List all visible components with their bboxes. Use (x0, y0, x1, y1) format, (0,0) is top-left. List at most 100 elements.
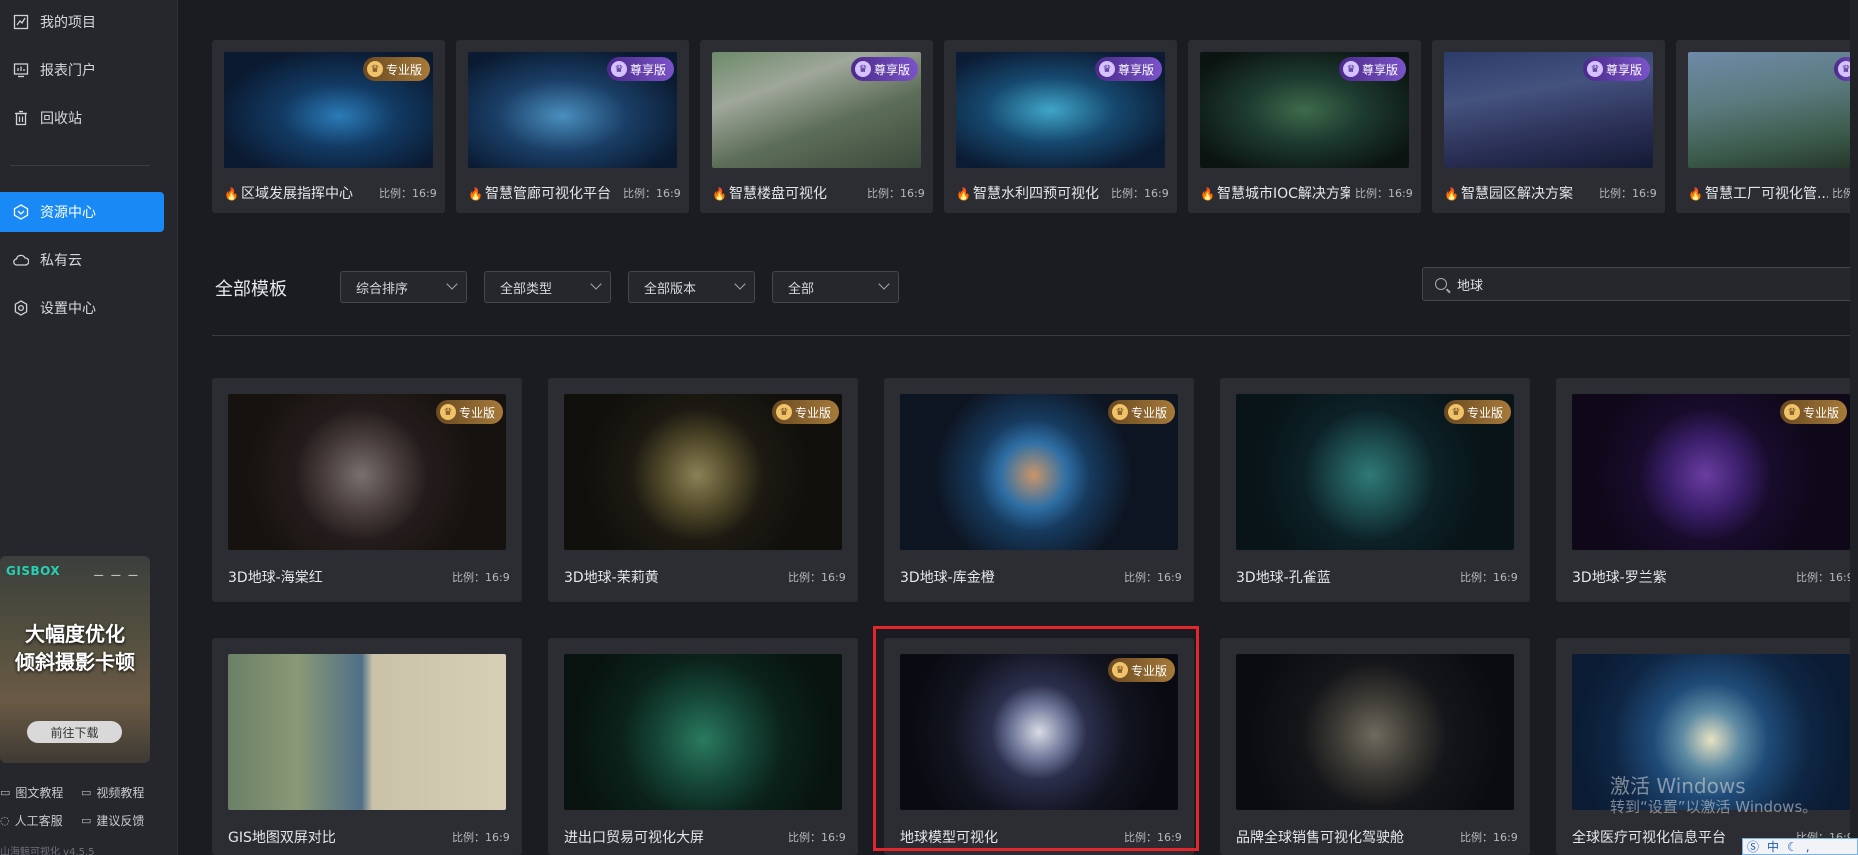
featured-ratio: 比例：16:9 (1599, 187, 1657, 200)
ime-logo-icon: Ⓢ (1747, 840, 1760, 854)
crown-icon: ♛ (367, 61, 383, 77)
ime-toolbar[interactable]: Ⓢ 中 ☾ , (1742, 838, 1858, 855)
featured-card[interactable]: ♛尊享版 智慧水利四预可视化 比例：16:9 (944, 40, 1177, 213)
crown-icon: ♛ (1448, 404, 1464, 420)
template-title: 3D地球-罗兰紫 (1572, 570, 1667, 586)
featured-card[interactable]: ♛尊享版 智慧城市IOC解决方案 比例：16:9 (1188, 40, 1421, 213)
pro-badge: ♛ 专业版 (1780, 400, 1848, 424)
app-version: 山海鲸可视化 v4.5.5 (0, 847, 95, 855)
report-icon (12, 61, 30, 79)
version-select[interactable]: 全部版本 (628, 271, 755, 303)
featured-title: 智慧水利四预可视化 (956, 183, 1106, 203)
footer-link-video-tutorial[interactable]: ▭ 视频教程 (81, 784, 144, 801)
chevron-down-icon (446, 278, 458, 290)
template-ratio: 比例：16:9 (1460, 831, 1518, 844)
sidebar-item-label: 我的项目 (40, 15, 96, 31)
template-ratio: 比例：16:9 (1124, 571, 1182, 584)
comma-icon: , (1805, 839, 1810, 854)
crown-icon: ♛ (1587, 61, 1603, 77)
template-card[interactable]: GIS地图双屏对比 比例：16:9 (212, 638, 522, 855)
crown-icon: ♛ (1099, 61, 1115, 77)
template-title: 进出口贸易可视化大屏 (564, 830, 704, 846)
vip-badge: ♛ 尊享版 (1339, 57, 1407, 81)
pro-badge: ♛ 专业版 (1444, 400, 1512, 424)
template-card[interactable]: ♛ 专业版 3D地球-库金橙 比例：16:9 (884, 378, 1194, 602)
crown-icon: ♛ (440, 404, 456, 420)
template-thumbnail (1236, 654, 1514, 810)
search-box[interactable] (1422, 267, 1858, 301)
template-title: 品牌全球销售可视化驾驶舱 (1236, 830, 1404, 846)
template-card[interactable]: ♛ 专业版 3D地球-海棠红 比例：16:9 (212, 378, 522, 602)
sidebar-divider (10, 165, 150, 166)
gear-icon (12, 299, 30, 317)
sidebar-item-report-portal[interactable]: 报表门户 (0, 50, 164, 90)
promo-download-button[interactable]: 前往下载 (27, 721, 122, 743)
footer-link-support[interactable]: ◌ 人工客服 (0, 812, 63, 829)
promo-banner[interactable]: GISBOX — — — 大幅度优化 倾斜摄影卡顿 前往下载 (0, 556, 150, 763)
featured-ratio: 比例：16:9 (623, 187, 681, 200)
footer-link-feedback[interactable]: ▭ 建议反馈 (81, 812, 144, 829)
template-thumbnail (228, 654, 506, 810)
crown-icon: ♛ (611, 61, 627, 77)
footer-link-doc-tutorial[interactable]: ▭ 图文教程 (0, 784, 63, 801)
template-ratio: 比例：16:9 (452, 571, 510, 584)
template-card[interactable]: 进出口贸易可视化大屏 比例：16:9 (548, 638, 858, 855)
featured-card[interactable]: ♛尊享版 智慧楼盘可视化 比例：16:9 (700, 40, 933, 213)
search-input[interactable] (1457, 276, 1837, 292)
sidebar-item-label: 报表门户 (40, 63, 96, 79)
pro-badge: ♛ 专业版 (1108, 400, 1176, 424)
sidebar-item-label: 私有云 (40, 253, 82, 269)
scrollbar[interactable] (1850, 0, 1858, 855)
section-title: 全部模板 (215, 279, 287, 300)
featured-title: 智慧园区解决方案 (1444, 183, 1594, 203)
sort-select[interactable]: 综合排序 (340, 271, 467, 303)
category-select[interactable]: 全部 (772, 271, 899, 303)
moon-icon: ☾ (1787, 839, 1798, 854)
vip-badge: ♛ 尊享版 (1583, 57, 1651, 81)
template-card[interactable]: ♛ 专业版 3D地球-罗兰紫 比例：16:9 (1556, 378, 1858, 602)
sidebar-item-recycle-bin[interactable]: 回收站 (0, 98, 164, 138)
crown-icon: ♛ (776, 404, 792, 420)
vip-badge: ♛ 尊享版 (607, 57, 675, 81)
pro-badge: ♛ 专业版 (436, 400, 504, 424)
featured-ratio: 比例：16:9 (1111, 187, 1169, 200)
template-ratio: 比例：16:9 (452, 831, 510, 844)
filter-divider (212, 335, 1858, 336)
type-select[interactable]: 全部类型 (484, 271, 611, 303)
sidebar-item-settings[interactable]: 设置中心 (0, 288, 164, 328)
template-card[interactable]: ♛ 专业版 3D地球-孔雀蓝 比例：16:9 (1220, 378, 1530, 602)
sidebar-item-label: 资源中心 (40, 205, 96, 221)
ime-mode[interactable]: 中 (1767, 838, 1779, 855)
sidebar: 我的项目 报表门户 回收站 资源中心 私有云 设置中心 GISBOX — — —… (0, 0, 178, 855)
app-window: 我的项目 报表门户 回收站 资源中心 私有云 设置中心 GISBOX — — —… (0, 0, 1858, 855)
template-ratio: 比例：16:9 (1796, 571, 1854, 584)
featured-card[interactable]: ♛专业版 区域发展指挥中心 比例：16:9 (212, 40, 445, 213)
sidebar-item-private-cloud[interactable]: 私有云 (0, 240, 164, 280)
carousel-dots[interactable]: — — — (94, 570, 140, 581)
featured-title: 智慧城市IOC解决方案 (1200, 183, 1350, 203)
featured-card[interactable]: ♛尊享版 智慧园区解决方案 比例：16:9 (1432, 40, 1665, 213)
vip-badge: ♛ 尊享版 (851, 57, 919, 81)
promo-subheadline: 倾斜摄影卡顿 (15, 650, 135, 674)
template-title: 3D地球-库金橙 (900, 570, 995, 586)
resource-icon (12, 203, 30, 221)
template-card[interactable]: 品牌全球销售可视化驾驶舱 比例：16:9 (1220, 638, 1530, 855)
featured-title: 智慧管廊可视化平台 (468, 183, 618, 203)
sidebar-item-my-projects[interactable]: 我的项目 (0, 2, 164, 42)
promo-headline: 大幅度优化 (25, 622, 125, 646)
template-card[interactable]: ♛ 专业版 3D地球-茉莉黄 比例：16:9 (548, 378, 858, 602)
chevron-down-icon (734, 278, 746, 290)
featured-card[interactable]: ♛ 智慧工厂可视化管... 比例：16:9 (1676, 40, 1858, 213)
sidebar-item-label: 回收站 (40, 111, 82, 127)
video-icon: ▭ (81, 786, 92, 799)
selection-highlight (873, 626, 1199, 851)
template-card[interactable]: 全球医疗可视化信息平台 比例：16:9 (1556, 638, 1858, 855)
template-title: 3D地球-茉莉黄 (564, 570, 659, 586)
featured-title: 区域发展指挥中心 (224, 183, 374, 203)
featured-card[interactable]: ♛尊享版 智慧管廊可视化平台 比例：16:9 (456, 40, 689, 213)
sidebar-item-resource-center[interactable]: 资源中心 (0, 192, 164, 232)
chart-icon (12, 13, 30, 31)
cloud-icon (12, 251, 30, 269)
featured-title: 智慧工厂可视化管... (1688, 183, 1828, 203)
trash-icon (12, 109, 30, 127)
